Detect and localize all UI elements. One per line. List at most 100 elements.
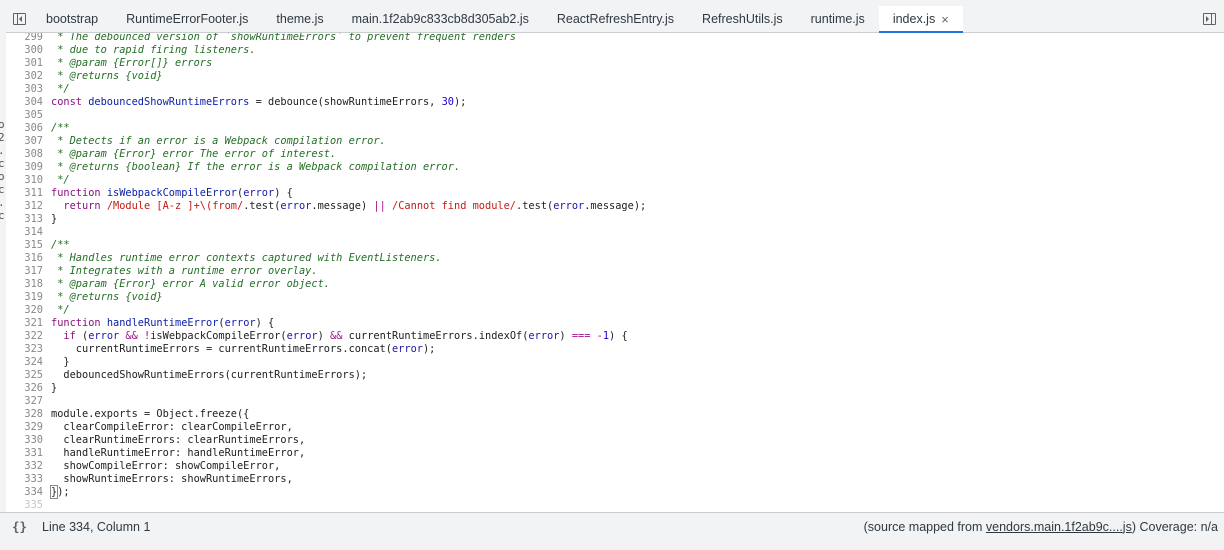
line-number[interactable]: 326	[6, 382, 43, 395]
code-line: 306 /**	[6, 122, 1224, 135]
line-content	[43, 499, 51, 512]
line-number[interactable]: 303	[6, 83, 43, 96]
code-line: 329 clearCompileError: clearCompileError…	[6, 421, 1224, 434]
line-number[interactable]: 313	[6, 213, 43, 226]
code-line: 323 currentRuntimeErrors = currentRuntim…	[6, 343, 1224, 356]
tab-index-js[interactable]: index.js ×	[878, 6, 963, 33]
code-line: 319 * @returns {void}	[6, 291, 1224, 304]
code-line: 312 return /Module [A-z ]+\(from/.test(e…	[6, 200, 1224, 213]
code-line: 301 * @param {Error[]} errors	[6, 57, 1224, 70]
line-number[interactable]: 325	[6, 369, 43, 382]
line-content: * Detects if an error is a Webpack compi…	[51, 135, 386, 147]
line-content: * @param {Error} error The error of inte…	[51, 148, 337, 160]
line-number[interactable]: 317	[6, 265, 43, 278]
line-number[interactable]: 330	[6, 434, 43, 447]
line-content: * @param {Error[]} errors	[51, 57, 213, 69]
line-number[interactable]: 329	[6, 421, 43, 434]
line-number[interactable]: 324	[6, 356, 43, 369]
line-number[interactable]: 300	[6, 44, 43, 57]
tab-bootstrap[interactable]: bootstrap	[32, 6, 112, 32]
bottom-edge	[0, 540, 1224, 550]
line-content: */	[51, 174, 70, 186]
tab-list: bootstrap RuntimeErrorFooter.js theme.js ma…	[32, 6, 1194, 33]
tab-label: index.js	[892, 12, 936, 26]
line-number[interactable]: 334	[6, 486, 43, 499]
close-icon[interactable]: ×	[941, 12, 949, 27]
code-line: 334});	[6, 485, 1224, 499]
line-number[interactable]: 299	[6, 33, 43, 44]
code-line: 327	[6, 395, 1224, 408]
code-line: 321 function handleRuntimeError(error) {	[6, 317, 1224, 330]
line-number[interactable]: 322	[6, 330, 43, 343]
tab-runtime-js[interactable]: runtime.js	[797, 6, 879, 32]
code-editor[interactable]: 299 * The debounced version of `showRunt…	[6, 33, 1224, 512]
cursor-position: Line 334, Column 1	[42, 519, 151, 534]
line-content: });	[49, 485, 70, 499]
line-number[interactable]: 315	[6, 239, 43, 252]
line-number[interactable]: 309	[6, 161, 43, 174]
code-line: 324 }	[6, 356, 1224, 369]
line-number[interactable]: 302	[6, 70, 43, 83]
line-number[interactable]: 305	[6, 109, 43, 122]
code-line: 305	[6, 109, 1224, 122]
tab-refreshutils-js[interactable]: RefreshUtils.js	[688, 6, 797, 32]
line-number[interactable]: 312	[6, 200, 43, 213]
line-content: clearRuntimeErrors: clearRuntimeErrors,	[51, 434, 306, 446]
line-number[interactable]: 331	[6, 447, 43, 460]
code-line: 335	[6, 499, 1224, 512]
truncated-text: o	[0, 118, 5, 131]
line-number[interactable]: 327	[6, 395, 43, 408]
line-content: /**	[51, 122, 70, 134]
line-number[interactable]: 307	[6, 135, 43, 148]
line-content: clearCompileError: clearCompileError,	[51, 421, 293, 433]
line-content: * @returns {void}	[51, 70, 163, 82]
sidebar-left-icon	[12, 13, 26, 25]
line-number[interactable]: 311	[6, 187, 43, 200]
tab-theme-js[interactable]: theme.js	[262, 6, 337, 32]
line-number[interactable]: 314	[6, 226, 43, 239]
toggle-debugger-button[interactable]	[1194, 6, 1224, 32]
code-lines: 299 * The debounced version of `showRunt…	[6, 33, 1224, 512]
truncated-text: 2	[0, 131, 5, 144]
tab-reactrefreshentry-js[interactable]: ReactRefreshEntry.js	[543, 6, 688, 32]
code-line: 325 debouncedShowRuntimeErrors(currentRu…	[6, 369, 1224, 382]
line-number[interactable]: 316	[6, 252, 43, 265]
source-map-link[interactable]: vendors.main.1f2ab9c....js	[986, 520, 1132, 534]
line-number[interactable]: 304	[6, 96, 43, 109]
line-content	[43, 109, 51, 122]
line-number[interactable]: 333	[6, 473, 43, 486]
line-content: * due to rapid firing listeners.	[51, 44, 256, 56]
line-number[interactable]: 321	[6, 317, 43, 330]
line-number[interactable]: 310	[6, 174, 43, 187]
code-line: 326}	[6, 382, 1224, 395]
line-number[interactable]: 323	[6, 343, 43, 356]
line-content: handleRuntimeError: handleRuntimeError,	[51, 447, 306, 459]
tab-label: bootstrap	[46, 12, 99, 26]
code-line: 328 module.exports = Object.freeze({	[6, 408, 1224, 421]
line-number[interactable]: 318	[6, 278, 43, 291]
tab-runtimeerrorfooter-js[interactable]: RuntimeErrorFooter.js	[112, 6, 262, 32]
line-content: }	[51, 213, 58, 225]
truncated-text: c	[0, 157, 5, 170]
line-content: */	[51, 83, 70, 95]
line-number[interactable]: 320	[6, 304, 43, 317]
tab-label: RuntimeErrorFooter.js	[126, 12, 249, 26]
line-number[interactable]: 319	[6, 291, 43, 304]
truncated-text: c	[0, 183, 5, 196]
line-content: */	[51, 304, 70, 316]
coverage-text: ) Coverage: n/a	[1131, 519, 1218, 534]
line-number[interactable]: 328	[6, 408, 43, 421]
code-line: 304 const debouncedShowRuntimeErrors = de…	[6, 96, 1224, 109]
pretty-print-button[interactable]: {}	[0, 519, 42, 534]
line-number[interactable]: 308	[6, 148, 43, 161]
toggle-navigator-button[interactable]	[6, 6, 32, 32]
code-line: 317 * Integrates with a runtime error ov…	[6, 265, 1224, 278]
line-number[interactable]: 332	[6, 460, 43, 473]
tab-main-1f2ab9c833cb8d305ab2-js[interactable]: main.1f2ab9c833cb8d305ab2.js	[338, 6, 543, 32]
line-content: /**	[51, 239, 70, 251]
line-number[interactable]: 335	[6, 499, 43, 512]
line-number[interactable]: 301	[6, 57, 43, 70]
code-line: 303 */	[6, 83, 1224, 96]
line-number[interactable]: 306	[6, 122, 43, 135]
code-line: 316 * Handles runtime error contexts cap…	[6, 252, 1224, 265]
